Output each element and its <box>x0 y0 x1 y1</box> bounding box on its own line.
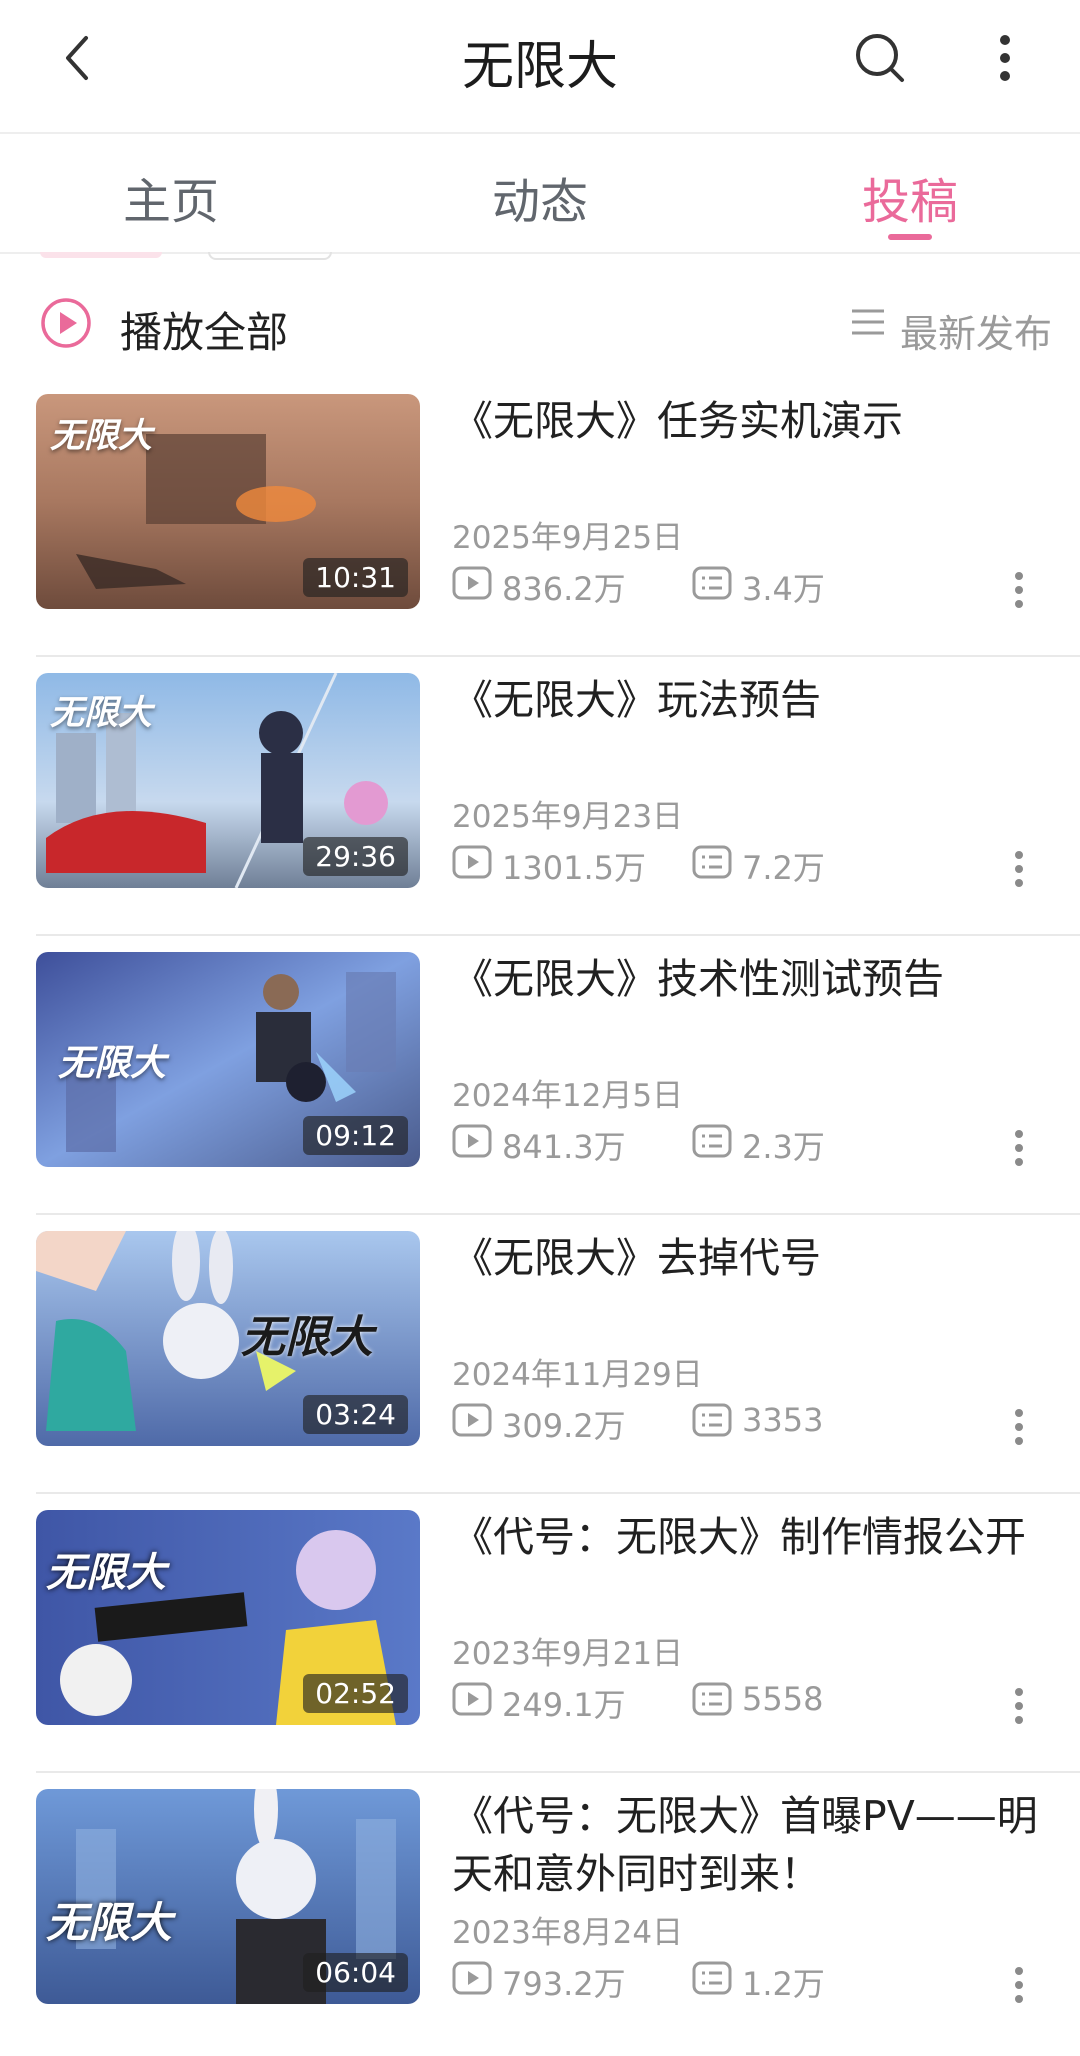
video-item[interactable]: 无限大 09:12 《无限大》技术性测试预告 2024年12月5日 841.3万… <box>0 950 1080 1229</box>
page-title: 无限大 <box>461 37 618 97</box>
video-title[interactable]: 《无限大》技术性测试预告 <box>452 950 1052 1008</box>
divider <box>36 1492 1080 1494</box>
video-date: 2024年11月29日 <box>452 1357 703 1393</box>
tab-bar: 主页 动态 投稿 <box>0 134 1080 252</box>
danmaku-icon <box>692 845 732 879</box>
video-item[interactable]: 无限大 06:04 《代号：无限大》首曝PV——明天和意外同时到来！ 2023年… <box>0 1787 1080 2027</box>
video-title[interactable]: 《无限大》任务实机演示 <box>452 392 1052 450</box>
filter-chip-edge <box>208 252 332 260</box>
video-duration: 03:24 <box>303 1395 408 1434</box>
video-duration: 06:04 <box>303 1953 408 1992</box>
video-thumbnail[interactable]: 无限大 02:52 <box>36 1510 420 1725</box>
video-list: 无限大 10:31 《无限大》任务实机演示 2025年9月25日 836.2万 … <box>0 392 1080 2027</box>
video-item[interactable]: 无限大 10:31 《无限大》任务实机演示 2025年9月25日 836.2万 … <box>0 392 1080 671</box>
danmaku-icon <box>692 1961 732 1995</box>
play-count-icon <box>452 1403 492 1437</box>
danmaku-icon <box>692 1403 732 1437</box>
thumbnail-logo: 无限大 <box>58 1043 167 1084</box>
thumbnail-logo: 无限大 <box>46 1550 166 1596</box>
sort-label: 最新发布 <box>900 312 1053 356</box>
video-thumbnail[interactable]: 无限大 10:31 <box>36 394 420 609</box>
video-item[interactable]: 无限大 02:52 《代号：无限大》制作情报公开 2023年9月21日 249.… <box>0 1508 1080 1787</box>
video-item[interactable]: 无限大 29:36 《无限大》玩法预告 2025年9月23日 1301.5万 7… <box>0 671 1080 950</box>
video-duration: 09:12 <box>303 1116 408 1155</box>
play-all-button[interactable]: 播放全部 <box>120 299 288 360</box>
video-date: 2023年8月24日 <box>452 1915 684 1951</box>
divider <box>36 1213 1080 1215</box>
video-date: 2023年9月21日 <box>452 1636 684 1672</box>
play-count-icon <box>452 1124 492 1158</box>
more-options-icon[interactable] <box>1004 1965 1034 2005</box>
video-thumbnail[interactable]: 无限大 03:24 <box>36 1231 420 1446</box>
tab-dynamic[interactable]: 动态 <box>440 162 640 232</box>
video-date: 2025年9月25日 <box>452 520 684 556</box>
more-options-icon[interactable] <box>1004 1128 1034 1168</box>
play-count-icon <box>452 566 492 600</box>
top-bar: 无限大 <box>0 0 1080 132</box>
more-options-icon[interactable] <box>1004 1686 1034 1726</box>
video-duration: 02:52 <box>303 1674 408 1713</box>
more-options-icon[interactable] <box>1004 849 1034 889</box>
video-title[interactable]: 《代号：无限大》制作情报公开 <box>452 1508 1052 1566</box>
danmaku-icon <box>692 1682 732 1716</box>
video-thumbnail[interactable]: 无限大 09:12 <box>36 952 420 1167</box>
video-duration: 29:36 <box>303 837 408 876</box>
thumbnail-logo: 无限大 <box>46 1898 173 1947</box>
tab-uploads[interactable]: 投稿 <box>810 162 1010 232</box>
video-title[interactable]: 《无限大》玩法预告 <box>452 671 1052 729</box>
play-count-icon <box>452 1961 492 1995</box>
video-title[interactable]: 《无限大》去掉代号 <box>452 1229 1052 1287</box>
more-options-icon[interactable] <box>1004 570 1034 610</box>
video-duration: 10:31 <box>303 558 408 597</box>
sort-button[interactable]: 最新发布 <box>850 303 1052 356</box>
thumbnail-logo: 无限大 <box>241 1312 373 1363</box>
more-vertical-icon[interactable] <box>985 28 1025 88</box>
more-options-icon[interactable] <box>1004 1407 1034 1447</box>
filter-chip-edge <box>40 252 162 258</box>
divider <box>36 934 1080 936</box>
video-item[interactable]: 无限大 03:24 《无限大》去掉代号 2024年11月29日 309.2万 3… <box>0 1229 1080 1508</box>
video-date: 2025年9月23日 <box>452 799 684 835</box>
thumbnail-logo: 无限大 <box>50 416 152 456</box>
divider <box>36 1771 1080 1773</box>
video-date: 2024年12月5日 <box>452 1078 684 1114</box>
active-tab-indicator <box>888 234 932 240</box>
video-thumbnail[interactable]: 无限大 06:04 <box>36 1789 420 2004</box>
tab-home[interactable]: 主页 <box>71 162 271 232</box>
video-title[interactable]: 《代号：无限大》首曝PV——明天和意外同时到来！ <box>452 1787 1052 1903</box>
play-count-icon <box>452 845 492 879</box>
play-all-row: 播放全部 最新发布 <box>40 297 1052 360</box>
thumbnail-logo: 无限大 <box>50 693 152 733</box>
list-sort-icon <box>852 309 884 335</box>
divider <box>0 252 1080 254</box>
search-icon[interactable] <box>850 28 910 88</box>
danmaku-icon <box>692 566 732 600</box>
video-thumbnail[interactable]: 无限大 29:36 <box>36 673 420 888</box>
play-count-icon <box>452 1682 492 1716</box>
divider <box>36 655 1080 657</box>
danmaku-icon <box>692 1124 732 1158</box>
play-circle-icon[interactable] <box>40 297 92 349</box>
